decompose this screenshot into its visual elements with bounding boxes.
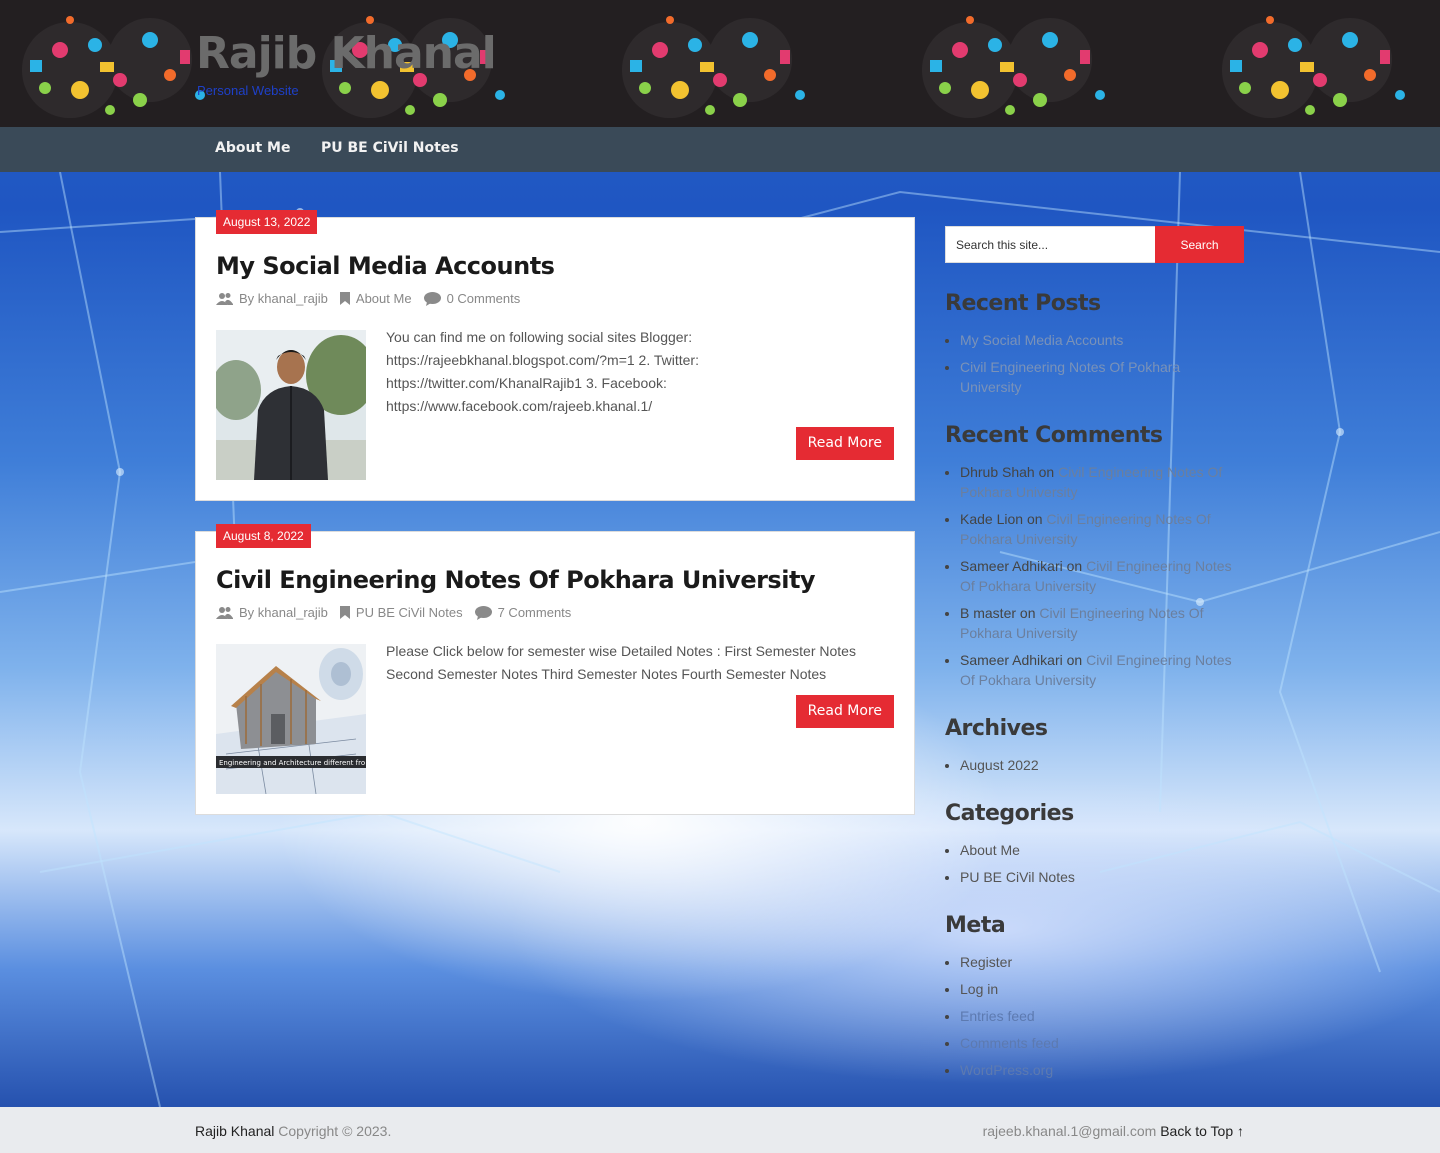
- post-card: August 13, 2022 My Social Media Accounts…: [195, 210, 915, 501]
- post-thumbnail[interactable]: Engineering and Architecture different f…: [216, 644, 366, 794]
- meta-link-entries-feed[interactable]: Entries feed: [960, 1008, 1035, 1024]
- copyright-text: Copyright © 2023.: [278, 1123, 392, 1139]
- thumbnail-caption: Engineering and Architecture different f…: [219, 759, 365, 767]
- users-icon: [216, 293, 233, 305]
- comment-author: Kade Lion: [960, 511, 1024, 527]
- site-footer: Rajib Khanal Copyright © 2023. rajeeb.kh…: [0, 1107, 1440, 1153]
- comment-author: Dhrub Shah: [960, 464, 1035, 480]
- category-link[interactable]: PU BE CiVil Notes: [960, 869, 1075, 885]
- list-item: Entries feed: [960, 1006, 1245, 1026]
- comments-link[interactable]: 0 Comments: [447, 291, 521, 306]
- comment-on: on: [1066, 652, 1083, 668]
- comment-author: Sameer Adhikari: [960, 652, 1063, 668]
- comment-icon: [423, 291, 441, 306]
- recent-posts-list: My Social Media Accounts Civil Engineeri…: [960, 330, 1245, 404]
- author-prefix: By: [239, 605, 255, 620]
- post-date: August 8, 2022: [216, 524, 311, 548]
- read-more-button[interactable]: Read More: [795, 427, 894, 460]
- nav-item-pu-be-civil-notes[interactable]: PU BE CiVil Notes: [321, 140, 459, 156]
- post-title[interactable]: Civil Engineering Notes Of Pokhara Unive…: [216, 566, 816, 594]
- comment-on: on: [1026, 511, 1043, 527]
- recent-posts-title: Recent Posts: [945, 291, 1101, 316]
- categories-list: About Me PU BE CiVil Notes: [960, 840, 1245, 894]
- recent-post-link[interactable]: Civil Engineering Notes Of Pokhara Unive…: [960, 359, 1180, 395]
- category-link[interactable]: About Me: [960, 842, 1020, 858]
- list-item: Sameer Adhikari on Civil Engineering Not…: [960, 556, 1245, 596]
- recent-comments-list: Dhrub Shah on Civil Engineering Notes Of…: [960, 462, 1245, 697]
- site-title[interactable]: Rajib Khanal: [196, 28, 497, 79]
- meta-link-comments-feed[interactable]: Comments feed: [960, 1035, 1059, 1051]
- meta-title: Meta: [945, 913, 1006, 938]
- archives-title: Archives: [945, 716, 1048, 741]
- back-to-top-link[interactable]: Back to Top ↑: [1160, 1123, 1244, 1139]
- archives-list: August 2022: [960, 755, 1245, 782]
- bookmark-icon: [339, 606, 350, 619]
- list-item: Log in: [960, 979, 1245, 999]
- archive-link[interactable]: August 2022: [960, 757, 1039, 773]
- recent-comments-title: Recent Comments: [945, 423, 1163, 448]
- post-date: August 13, 2022: [216, 210, 318, 234]
- comments-link[interactable]: 7 Comments: [498, 605, 572, 620]
- meta-link-wordpress[interactable]: WordPress.org: [960, 1062, 1053, 1078]
- nav-item-about-me[interactable]: About Me: [215, 140, 290, 156]
- recent-post-link[interactable]: My Social Media Accounts: [960, 332, 1123, 348]
- site-tagline: Personal Website: [197, 83, 299, 98]
- category-link[interactable]: PU BE CiVil Notes: [356, 605, 463, 620]
- bookmark-icon: [339, 292, 350, 305]
- author-prefix: By: [239, 291, 255, 306]
- footer-email: rajeeb.khanal.1@gmail.com: [982, 1123, 1157, 1139]
- list-item: Civil Engineering Notes Of Pokhara Unive…: [960, 357, 1245, 397]
- footer-brand-link[interactable]: Rajib Khanal: [195, 1123, 274, 1139]
- list-item: Register: [960, 952, 1245, 972]
- list-item: My Social Media Accounts: [960, 330, 1245, 350]
- list-item: Comments feed: [960, 1033, 1245, 1053]
- list-item: WordPress.org: [960, 1060, 1245, 1080]
- comment-author: B master: [960, 605, 1017, 621]
- comment-author: Sameer Adhikari: [960, 558, 1063, 574]
- post-title[interactable]: My Social Media Accounts: [216, 252, 555, 280]
- author-link[interactable]: khanal_rajib: [258, 291, 328, 306]
- site-header: Rajib Khanal Personal Website: [0, 0, 1440, 127]
- meta-link-login[interactable]: Log in: [960, 981, 998, 997]
- list-item: Kade Lion on Civil Engineering Notes Of …: [960, 509, 1245, 549]
- post-excerpt: Please Click below for semester wise Det…: [386, 643, 856, 682]
- meta-list: Register Log in Entries feed Comments fe…: [960, 952, 1245, 1087]
- list-item: Sameer Adhikari on Civil Engineering Not…: [960, 650, 1245, 690]
- users-icon: [216, 607, 233, 619]
- search-form: Search: [945, 226, 1244, 263]
- post-thumbnail[interactable]: [216, 330, 366, 480]
- read-more-button[interactable]: Read More: [795, 695, 894, 728]
- post-meta: By khanal_rajib PU BE CiVil Notes 7 Comm…: [216, 605, 583, 620]
- author-link[interactable]: khanal_rajib: [258, 605, 328, 620]
- search-input[interactable]: [945, 226, 1155, 263]
- list-item: PU BE CiVil Notes: [960, 867, 1245, 887]
- list-item: About Me: [960, 840, 1245, 860]
- list-item: August 2022: [960, 755, 1245, 775]
- post-excerpt: You can find me on following social site…: [386, 329, 699, 414]
- footer-right: rajeeb.khanal.1@gmail.com Back to Top ↑: [983, 1123, 1244, 1139]
- comment-on: on: [1019, 605, 1036, 621]
- list-item: Dhrub Shah on Civil Engineering Notes Of…: [960, 462, 1245, 502]
- comment-icon: [474, 605, 492, 620]
- list-item: B master on Civil Engineering Notes Of P…: [960, 603, 1245, 643]
- post-card: August 8, 2022 Civil Engineering Notes O…: [195, 524, 915, 815]
- comment-on: on: [1038, 464, 1055, 480]
- house-blueprint-image: Engineering and Architecture different f…: [216, 644, 366, 794]
- main-navigation: About Me PU BE CiVil Notes: [0, 127, 1440, 172]
- categories-title: Categories: [945, 801, 1074, 826]
- search-button[interactable]: Search: [1155, 226, 1244, 263]
- category-link[interactable]: About Me: [356, 291, 412, 306]
- person-photo: [216, 330, 366, 480]
- meta-link-register[interactable]: Register: [960, 954, 1012, 970]
- comment-on: on: [1066, 558, 1083, 574]
- footer-copyright: Rajib Khanal Copyright © 2023.: [195, 1123, 391, 1139]
- post-meta: By khanal_rajib About Me 0 Comments: [216, 291, 532, 306]
